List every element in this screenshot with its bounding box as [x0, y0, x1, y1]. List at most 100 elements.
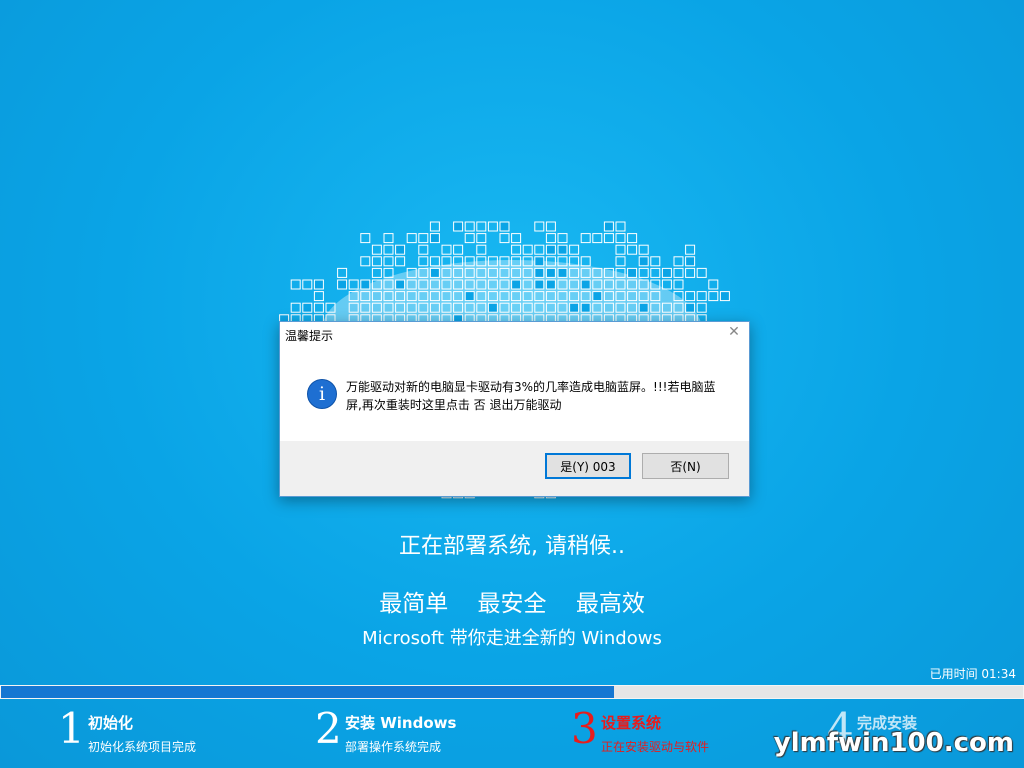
- logo-pixel: [580, 233, 591, 244]
- dialog-message: 万能驱动对新的电脑显卡驱动有3%的几率造成电脑蓝屏。!!!若电脑蓝屏,再次重装时…: [346, 380, 716, 412]
- logo-pixel: [661, 279, 672, 290]
- logo-pixel: [580, 279, 591, 290]
- yes-button[interactable]: 是(Y) 003: [545, 453, 631, 479]
- logo-pixel: [313, 291, 324, 302]
- logo-pixel: [673, 256, 684, 267]
- logo-pixel: [511, 244, 522, 255]
- logo-pixel: [476, 233, 487, 244]
- logo-pixel: [522, 244, 533, 255]
- logo-pixel: [650, 267, 661, 278]
- logo-pixel: [429, 233, 440, 244]
- step-title: 设置系统: [601, 714, 662, 732]
- logo-pixel: [395, 279, 406, 290]
- logo-pixel: [592, 233, 603, 244]
- logo-pixel: [383, 244, 394, 255]
- logo-pixel: [360, 233, 371, 244]
- logo-pixel: [511, 279, 522, 290]
- microsoft-tagline: Microsoft 带你走进全新的 Windows: [362, 628, 662, 649]
- logo-pixel: [499, 233, 510, 244]
- step-subtitle: 部署操作系统完成: [345, 740, 442, 754]
- logo-pixel: [360, 256, 371, 267]
- step-title: 初始化: [88, 714, 134, 732]
- elapsed-time: 已用时间 01:34: [929, 667, 1016, 681]
- logo-pixel: [464, 291, 475, 302]
- logo-pixel: [418, 244, 429, 255]
- logo-pixel: [337, 267, 348, 278]
- logo-pixel: [627, 267, 638, 278]
- logo-pixel: [638, 302, 649, 313]
- logo-pixel: [534, 279, 545, 290]
- logo-pixel: [534, 221, 545, 232]
- slogans: 最简单 最安全 最高效: [0, 584, 1024, 618]
- logo-pixel: [429, 221, 440, 232]
- logo-pixel: [615, 221, 626, 232]
- logo-pixel: [638, 244, 649, 255]
- logo-pixel: [603, 233, 614, 244]
- logo-pixel: [383, 256, 394, 267]
- logo-pixel: [545, 267, 556, 278]
- close-icon[interactable]: ✕: [725, 324, 743, 342]
- logo-pixel: [511, 233, 522, 244]
- logo-pixel: [429, 256, 440, 267]
- logo-pixel: [534, 244, 545, 255]
- logo-pixel: [348, 279, 359, 290]
- logo-pixel: [534, 267, 545, 278]
- logo-pixel: [302, 279, 313, 290]
- logo-pixel: [302, 302, 313, 313]
- logo-pixel: [569, 244, 580, 255]
- logo-pixel: [696, 302, 707, 313]
- logo-pixel: [545, 221, 556, 232]
- logo-pixel: [627, 233, 638, 244]
- logo-pixel: [290, 279, 301, 290]
- dialog-button-bar: 是(Y) 003 否(N): [280, 441, 749, 496]
- logo-pixel: [499, 221, 510, 232]
- logo-pixel: [685, 244, 696, 255]
- logo-pixel: [418, 256, 429, 267]
- logo-pixel: [453, 244, 464, 255]
- logo-pixel: [650, 256, 661, 267]
- logo-pixel: [313, 279, 324, 290]
- logo-pixel: [545, 244, 556, 255]
- site-watermark: ylmfwin100.com: [773, 728, 1014, 758]
- logo-pixel: [696, 267, 707, 278]
- logo-pixel: [337, 279, 348, 290]
- logo-pixel: [719, 291, 730, 302]
- progress-bar-fill: [1, 686, 615, 698]
- logo-pixel: [557, 267, 568, 278]
- step-subtitle: 初始化系统项目完成: [88, 740, 197, 754]
- step-number: 1: [58, 704, 85, 753]
- logo-pixel: [673, 267, 684, 278]
- logo-pixel: [638, 256, 649, 267]
- logo-pixel: [418, 233, 429, 244]
- logo-pixel: [569, 302, 580, 313]
- dialog-title: 温馨提示: [285, 329, 334, 343]
- logo-pixel: [708, 279, 719, 290]
- logo-pixel: [696, 291, 707, 302]
- logo-pixel: [685, 256, 696, 267]
- logo-pixel: [383, 233, 394, 244]
- logo-pixel: [487, 302, 498, 313]
- step-subtitle: 正在安装驱动与软件: [601, 740, 710, 754]
- slogan-most-efficient: 最高效: [575, 591, 645, 617]
- logo-pixel: [290, 302, 301, 313]
- logo-pixel: [487, 221, 498, 232]
- logo-pixel: [557, 244, 568, 255]
- logo-pixel: [685, 302, 696, 313]
- step-number: 2: [315, 704, 342, 753]
- slogan-safest: 最安全: [477, 591, 547, 617]
- logo-pixel: [580, 256, 591, 267]
- slogan-simplest: 最简单: [379, 591, 449, 617]
- no-button[interactable]: 否(N): [642, 453, 729, 479]
- logo-pixel: [661, 267, 672, 278]
- logo-pixel: [545, 279, 556, 290]
- deploying-status-text: 正在部署系统, 请稍候..: [399, 534, 625, 559]
- logo-pixel: [685, 291, 696, 302]
- notice-dialog: 温馨提示 ✕ i 万能驱动对新的电脑显卡驱动有3%的几率造成电脑蓝屏。!!!若电…: [279, 321, 750, 497]
- info-icon: i: [307, 379, 337, 409]
- logo-pixel: [371, 256, 382, 267]
- logo-pixel: [685, 267, 696, 278]
- logo-pixel: [464, 233, 475, 244]
- logo-pixel: [592, 291, 603, 302]
- logo-pixel: [395, 256, 406, 267]
- logo-pixel: [638, 267, 649, 278]
